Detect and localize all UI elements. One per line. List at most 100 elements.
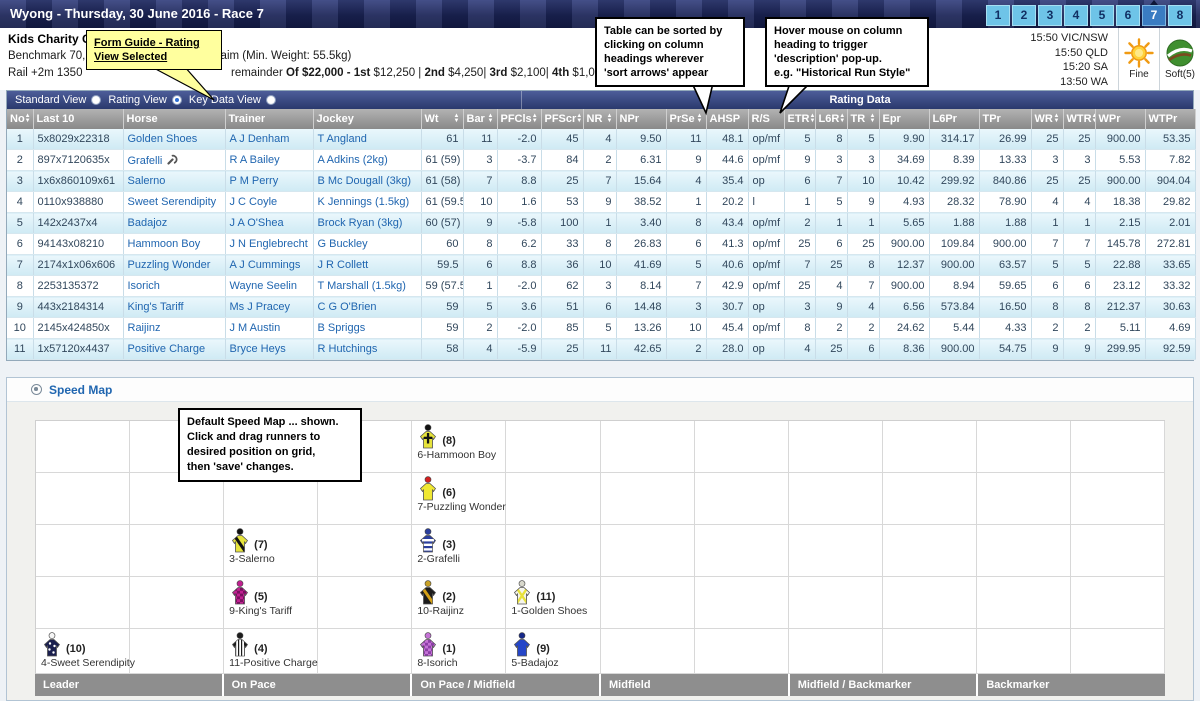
- sort-arrows-icon[interactable]: ▲▼: [697, 114, 703, 124]
- speed-map-runner[interactable]: (7)3-Salerno: [229, 528, 275, 565]
- speed-map-runner[interactable]: (6)7-Puzzling Wonder: [417, 476, 506, 513]
- speed-map-runner[interactable]: (3)2-Grafelli: [417, 528, 460, 565]
- speed-map-cell[interactable]: [318, 577, 412, 629]
- speed-map-cell[interactable]: [506, 473, 600, 525]
- speed-map-cell[interactable]: [695, 421, 789, 473]
- speed-map-cell[interactable]: [695, 629, 789, 674]
- race-tab-2[interactable]: 2: [1012, 5, 1036, 26]
- column-header-tr[interactable]: TR▲▼: [847, 109, 879, 129]
- speed-map-cell[interactable]: [695, 577, 789, 629]
- column-header-pfcls[interactable]: PFCls▲▼: [497, 109, 541, 129]
- speed-map-cell[interactable]: (10)4-Sweet Serendipity: [36, 629, 130, 674]
- speed-map-cell[interactable]: (4)11-Positive Charge: [224, 629, 318, 674]
- radio-icon[interactable]: [172, 95, 182, 105]
- cell-jockey[interactable]: J R Collett: [313, 255, 421, 276]
- cell-horse[interactable]: Badajoz: [123, 213, 225, 234]
- race-tab-8[interactable]: 8: [1168, 5, 1192, 26]
- sort-arrows-icon[interactable]: ▲▼: [870, 114, 876, 124]
- speed-map-cell[interactable]: [1071, 629, 1165, 674]
- speed-map-runner[interactable]: (9)5-Badajoz: [511, 632, 558, 669]
- speed-map-cell[interactable]: [130, 629, 224, 674]
- column-header-pfscr[interactable]: PFScr▲▼: [541, 109, 583, 129]
- speed-map-cell[interactable]: [883, 525, 977, 577]
- cell-jockey[interactable]: C G O'Brien: [313, 297, 421, 318]
- cell-horse[interactable]: Golden Shoes: [123, 129, 225, 150]
- speed-map-cell[interactable]: [130, 525, 224, 577]
- cell-horse[interactable]: Grafelli: [123, 150, 225, 171]
- column-header-last10[interactable]: Last 10: [33, 109, 123, 129]
- collapse-toggle-icon[interactable]: [31, 384, 42, 395]
- column-header-l6pr[interactable]: L6Pr: [929, 109, 979, 129]
- column-header-npr[interactable]: NPr: [616, 109, 666, 129]
- cell-trainer[interactable]: P M Perry: [225, 171, 313, 192]
- sort-arrows-icon[interactable]: ▲▼: [454, 114, 460, 124]
- race-tab-4[interactable]: 4: [1064, 5, 1088, 26]
- speed-map-cell[interactable]: [883, 577, 977, 629]
- speed-map-cell[interactable]: [36, 473, 130, 525]
- column-header-tpr[interactable]: TPr: [979, 109, 1031, 129]
- speed-map-cell[interactable]: [883, 421, 977, 473]
- speed-map-runner[interactable]: (1)8-Isorich: [417, 632, 457, 669]
- view-option-standard-view[interactable]: Standard View: [15, 94, 101, 106]
- column-header-etr[interactable]: ETR▲▼: [784, 109, 815, 129]
- column-header-jockey[interactable]: Jockey: [313, 109, 421, 129]
- speed-map-cell[interactable]: [695, 473, 789, 525]
- sort-arrows-icon[interactable]: ▲▼: [576, 114, 582, 124]
- cell-trainer[interactable]: J A O'Shea: [225, 213, 313, 234]
- speed-map-cell[interactable]: [130, 577, 224, 629]
- cell-trainer[interactable]: J C Coyle: [225, 192, 313, 213]
- cell-horse[interactable]: Positive Charge: [123, 339, 225, 360]
- speed-map-cell[interactable]: [36, 421, 130, 473]
- speed-map-cell[interactable]: [506, 525, 600, 577]
- speed-map-cell[interactable]: [318, 525, 412, 577]
- cell-horse[interactable]: Hammoon Boy: [123, 234, 225, 255]
- speed-map-cell[interactable]: [601, 473, 695, 525]
- speed-map-cell[interactable]: [36, 577, 130, 629]
- column-header-no[interactable]: No▲▼: [7, 109, 33, 129]
- speed-map-cell[interactable]: [1071, 473, 1165, 525]
- race-tab-5[interactable]: 5: [1090, 5, 1114, 26]
- speed-map-cell[interactable]: (7)3-Salerno: [224, 525, 318, 577]
- speed-map-runner[interactable]: (5)9-King's Tariff: [229, 580, 292, 617]
- column-header-wt[interactable]: Wt▲▼: [421, 109, 463, 129]
- speed-map-runner[interactable]: (11)1-Golden Shoes: [511, 580, 587, 617]
- speed-map-cell[interactable]: [977, 577, 1071, 629]
- cell-trainer[interactable]: Wayne Seelin: [225, 276, 313, 297]
- speed-map-runner[interactable]: (8)6-Hammoon Boy: [417, 424, 496, 461]
- speed-map-cell[interactable]: [601, 525, 695, 577]
- cell-trainer[interactable]: J N Englebrecht: [225, 234, 313, 255]
- cell-jockey[interactable]: R Hutchings: [313, 339, 421, 360]
- speed-map-cell[interactable]: [1071, 577, 1165, 629]
- column-header-trainer[interactable]: Trainer: [225, 109, 313, 129]
- cell-horse[interactable]: Salerno: [123, 171, 225, 192]
- speed-map-cell[interactable]: (6)7-Puzzling Wonder: [412, 473, 506, 525]
- cell-trainer[interactable]: Ms J Pracey: [225, 297, 313, 318]
- speed-map-cell[interactable]: [977, 525, 1071, 577]
- speed-map-cell[interactable]: [977, 629, 1071, 674]
- cell-jockey[interactable]: K Jennings (1.5kg): [313, 192, 421, 213]
- cell-jockey[interactable]: T Marshall (1.5kg): [313, 276, 421, 297]
- column-header-wpr[interactable]: WPr: [1095, 109, 1145, 129]
- speed-map-cell[interactable]: [601, 629, 695, 674]
- cell-horse[interactable]: King's Tariff: [123, 297, 225, 318]
- column-header-wtr[interactable]: WTR▲▼: [1063, 109, 1095, 129]
- speed-map-runner[interactable]: (10)4-Sweet Serendipity: [41, 632, 135, 669]
- speed-map-cell[interactable]: [883, 629, 977, 674]
- speed-map-cell[interactable]: (2)10-Raijinz: [412, 577, 506, 629]
- radio-icon[interactable]: [266, 95, 276, 105]
- cell-jockey[interactable]: Brock Ryan (3kg): [313, 213, 421, 234]
- speed-map-cell[interactable]: [789, 421, 883, 473]
- sort-arrows-icon[interactable]: ▲▼: [839, 114, 845, 124]
- sort-arrows-icon[interactable]: ▲▼: [810, 114, 816, 124]
- speed-map-cell[interactable]: [506, 421, 600, 473]
- column-header-bar[interactable]: Bar▲▼: [463, 109, 497, 129]
- speed-map-cell[interactable]: (3)2-Grafelli: [412, 525, 506, 577]
- speed-map-cell[interactable]: [1071, 421, 1165, 473]
- cell-jockey[interactable]: A Adkins (2kg): [313, 150, 421, 171]
- column-header-ahsp[interactable]: AHSP: [706, 109, 748, 129]
- cell-horse[interactable]: Raijinz: [123, 318, 225, 339]
- column-header-epr[interactable]: Epr: [879, 109, 929, 129]
- radio-icon[interactable]: [91, 95, 101, 105]
- view-option-rating-view[interactable]: Rating View: [108, 94, 182, 106]
- speed-map-title[interactable]: Speed Map: [49, 383, 112, 397]
